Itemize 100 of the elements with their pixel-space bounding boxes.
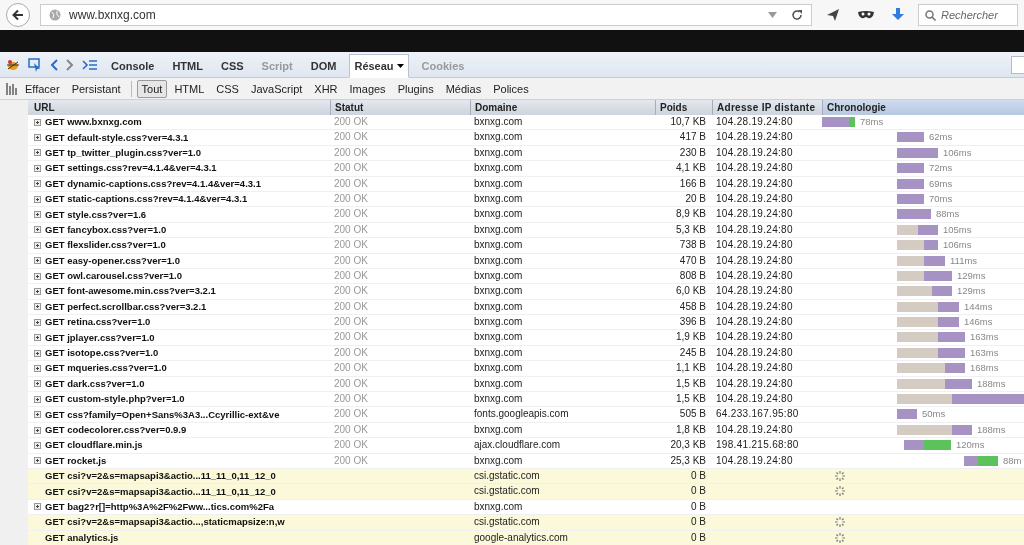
request-url[interactable]: GET settings.css?rev=4.1.4&ver=4.3.1 (45, 161, 217, 176)
expand-icon[interactable] (34, 211, 41, 219)
request-url[interactable]: GET bag2?r[]=http%3A%2F%2Fww...tics.com%2Fa (45, 499, 274, 514)
panel-tab[interactable]: CSS (215, 53, 249, 78)
request-row[interactable]: GET custom-style.php?ver=1.0 200 OK bxnxg.com 1,5 KB 104.28.19.24:80 (28, 392, 1024, 408)
request-row[interactable]: GET mqueries.css?ver=1.0 200 OK bxnxg.com 1,1 KB 104.28.19.24:80 168ms (28, 361, 1024, 377)
request-row[interactable]: GET settings.css?rev=4.1.4&ver=4.3.1 200 OK bxnxg.com 4,1 KB 104.28.19.24:80 72ms (28, 161, 1024, 177)
request-url[interactable]: GET dynamic-captions.css?rev=4.1.4&ver=4.3.1 (45, 176, 261, 191)
expand-icon[interactable] (34, 395, 41, 403)
request-row[interactable]: GET rocket.js 200 OK bxnxg.com 25,3 KB 104.28.19.24:80 88m (28, 453, 1024, 469)
panel-tab[interactable]: Réseau (349, 53, 409, 78)
request-row[interactable]: GET tp_twitter_plugin.css?ver=1.0 200 OK bxnxg.com 230 B 104.28.19.24:80 106ms (28, 145, 1024, 162)
panel-tab[interactable]: Console (106, 53, 160, 78)
expand-icon[interactable] (34, 272, 41, 280)
request-row[interactable]: GET cloudflare.min.js 200 OK ajax.cloudflare.com 20,3 KB 198.41.215.68:80 120ms (28, 438, 1024, 454)
request-url[interactable]: GET dark.css?ver=1.0 (45, 376, 145, 391)
request-url[interactable]: GET fancybox.css?ver=1.0 (45, 222, 167, 237)
reload-icon[interactable] (791, 9, 803, 21)
request-url[interactable]: GET tp_twitter_plugin.css?ver=1.0 (45, 145, 201, 160)
request-row[interactable]: GET isotope.css?ver=1.0 200 OK bxnxg.com 245 B 104.28.19.24:80 163ms (28, 345, 1024, 362)
filter-button[interactable]: XHR (309, 79, 343, 98)
request-row[interactable]: GET dark.css?ver=1.0 200 OK bxnxg.com 1,5 KB 104.28.19.24:80 188ms (28, 376, 1024, 393)
dropdown-icon[interactable] (768, 12, 777, 18)
expand-icon[interactable] (34, 411, 41, 419)
expand-icon[interactable] (34, 441, 41, 449)
search-field[interactable]: Rechercher (918, 4, 1018, 26)
request-url[interactable]: GET font-awesome.min.css?ver=3.2.1 (45, 284, 216, 299)
request-url[interactable]: GET static-captions.css?rev=4.1.4&ver=4.3.1 (45, 192, 248, 207)
column-header[interactable]: Chronologie (822, 100, 1024, 115)
request-row[interactable]: GET www.bxnxg.com 200 OK bxnxg.com 10,7 KB 104.28.19.24:80 78ms (28, 115, 1024, 131)
expand-icon[interactable] (34, 241, 41, 249)
request-url[interactable]: GET style.css?ver=1.6 (45, 207, 147, 222)
request-row[interactable]: GET fancybox.css?ver=1.0 200 OK bxnxg.com 5,3 KB 104.28.19.24:80 105ms (28, 222, 1024, 239)
request-row[interactable]: GET style.css?ver=1.6 200 OK bxnxg.com 8,9 KB 104.28.19.24:80 88ms (28, 207, 1024, 223)
expand-icon[interactable] (34, 303, 41, 311)
request-row[interactable]: GET csi?v=2&s=mapsapi3&actio...11_11_0,11_12_0 csi.gstatic.com 0 B (28, 484, 1024, 500)
request-url[interactable]: GET cloudflare.min.js (45, 438, 143, 453)
expand-icon[interactable] (34, 149, 41, 157)
expand-icon[interactable] (34, 195, 41, 203)
expand-icon[interactable] (34, 380, 41, 388)
expand-icon[interactable] (34, 180, 41, 188)
request-url[interactable]: GET www.bxnxg.com (45, 115, 142, 130)
column-header[interactable]: URL (28, 100, 330, 115)
xhr-icon[interactable] (6, 82, 18, 95)
panel-tab[interactable]: HTML (167, 53, 208, 78)
address-field[interactable]: www.bxnxg.com (40, 4, 812, 26)
request-row[interactable]: GET css?family=Open+Sans%3A3...Ccyrillic-ext&ve 200 OK fonts.googleapis.com 505 B 64.233.167.95:80 50ms (28, 407, 1024, 423)
request-row[interactable]: GET owl.carousel.css?ver=1.0 200 OK bxnxg.com 808 B 104.28.19.24:80 129ms (28, 268, 1024, 285)
panel-tab[interactable]: DOM (305, 53, 342, 78)
toolbar-button[interactable]: Persistant (66, 79, 126, 98)
request-url[interactable]: GET perfect.scrollbar.css?ver=3.2.1 (45, 299, 207, 314)
expand-icon[interactable] (34, 257, 41, 265)
expand-icon[interactable] (34, 503, 41, 511)
column-header[interactable]: Domaine (470, 100, 655, 115)
request-url[interactable]: GET rocket.js (45, 453, 107, 468)
request-row[interactable]: GET retina.css?ver=1.0 200 OK bxnxg.com 396 B 104.28.19.24:80 146ms (28, 315, 1024, 331)
filter-button[interactable]: Polices (488, 79, 534, 98)
request-row[interactable]: GET static-captions.css?rev=4.1.4&ver=4.3.1 200 OK bxnxg.com 20 B 104.28.19.24:80 70ms (28, 191, 1024, 208)
request-url[interactable]: GET csi?v=2&s=mapsapi3&actio...,staticmapsize:n,w (45, 515, 285, 530)
request-row[interactable]: GET perfect.scrollbar.css?ver=3.2.1 200 OK bxnxg.com 458 B 104.28.19.24:80 144ms (28, 299, 1024, 316)
expand-icon[interactable] (34, 349, 41, 357)
expand-icon[interactable] (34, 364, 41, 372)
request-url[interactable]: GET csi?v=2&s=mapsapi3&actio...11_11_0,11_12_0 (45, 469, 276, 484)
request-url[interactable]: GET easy-opener.css?ver=1.0 (45, 253, 180, 268)
request-row[interactable]: GET default-style.css?ver=4.3.1 200 OK bxnxg.com 417 B 104.28.19.24:80 62ms (28, 130, 1024, 146)
request-url[interactable]: GET css?family=Open+Sans%3A3...Ccyrillic-ext&ve (45, 407, 280, 422)
request-url[interactable]: GET analytics.js (45, 530, 119, 545)
download-icon[interactable] (892, 8, 904, 22)
request-url[interactable]: GET flexslider.css?ver=1.0 (45, 238, 166, 253)
expand-icon[interactable] (34, 226, 41, 234)
send-icon[interactable] (826, 8, 840, 22)
filter-button[interactable]: Médias (440, 79, 487, 98)
request-url[interactable]: GET isotope.css?ver=1.0 (45, 346, 159, 361)
request-row[interactable]: GET font-awesome.min.css?ver=3.2.1 200 OK bxnxg.com 6,0 KB 104.28.19.24:80 129ms (28, 284, 1024, 300)
filter-button[interactable]: Tout (136, 79, 168, 98)
request-url[interactable]: GET default-style.css?ver=4.3.1 (45, 130, 189, 145)
expand-icon[interactable] (34, 118, 41, 126)
expand-icon[interactable] (34, 457, 41, 465)
toolbar-button[interactable]: Effacer (20, 79, 65, 98)
expand-icon[interactable] (34, 164, 41, 172)
request-url[interactable]: GET owl.carousel.css?ver=1.0 (45, 269, 183, 284)
filter-button[interactable]: JavaScript (245, 79, 308, 98)
filter-button[interactable]: CSS (211, 79, 244, 98)
request-row[interactable]: GET dynamic-captions.css?rev=4.1.4&ver=4.3.1 200 OK bxnxg.com 166 B 104.28.19.24:80 69ms (28, 176, 1024, 192)
command-line-icon[interactable] (82, 58, 98, 71)
column-header[interactable]: Statut (330, 100, 470, 115)
filter-button[interactable]: Plugins (392, 79, 439, 98)
expand-icon[interactable] (34, 288, 41, 295)
filter-button[interactable]: Images (344, 79, 391, 98)
request-url[interactable]: GET mqueries.css?ver=1.0 (45, 361, 167, 376)
request-url[interactable]: GET codecolorer.css?ver=0.9.9 (45, 423, 187, 437)
request-url[interactable]: GET retina.css?ver=1.0 (45, 315, 151, 330)
filter-button[interactable]: HTML (169, 79, 210, 98)
bug-icon[interactable] (6, 58, 20, 71)
inspect-icon[interactable] (28, 57, 42, 72)
request-row[interactable]: GET csi?v=2&s=mapsapi3&actio...,staticmapsize:n,w csi.gstatic.com 0 B (28, 515, 1024, 531)
expand-icon[interactable] (34, 426, 41, 434)
request-row[interactable]: GET easy-opener.css?ver=1.0 200 OK bxnxg.com 470 B 104.28.19.24:80 111ms (28, 253, 1024, 269)
request-row[interactable]: GET jplayer.css?ver=1.0 200 OK bxnxg.com 1,9 KB 104.28.19.24:80 163ms (28, 330, 1024, 346)
column-header[interactable]: Poids (655, 100, 712, 115)
